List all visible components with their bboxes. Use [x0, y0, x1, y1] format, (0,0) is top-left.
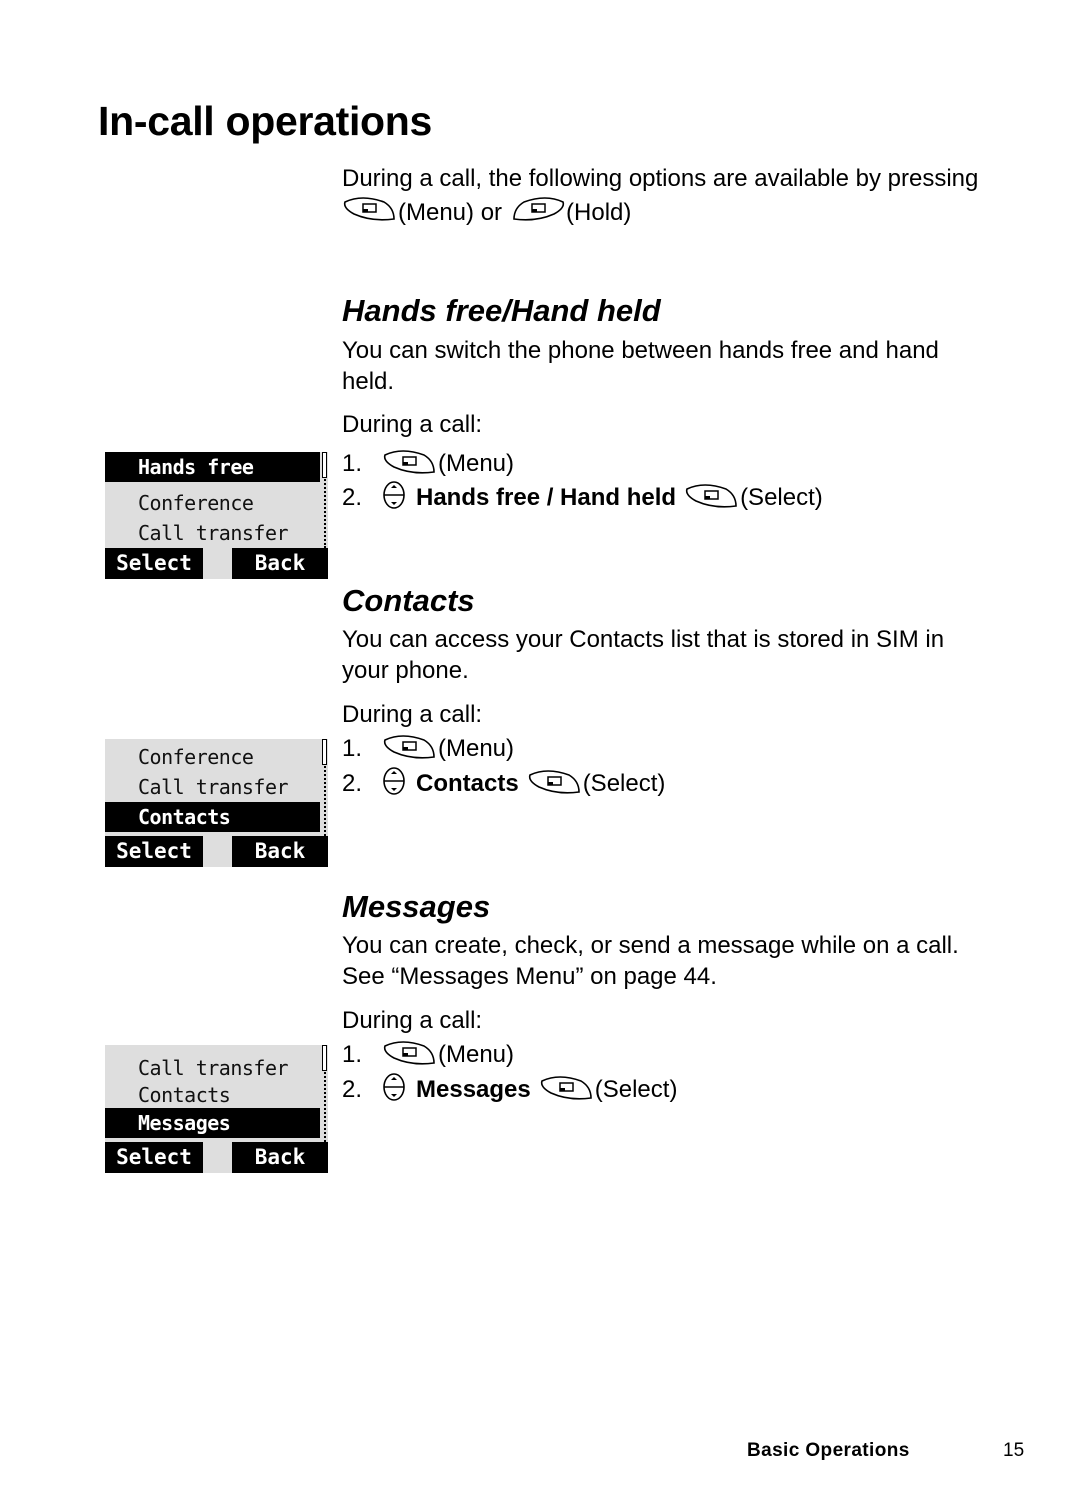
menu-soft-key-icon — [342, 194, 398, 230]
description-line: your phone. — [342, 657, 469, 684]
step-label: (Menu) — [438, 735, 515, 762]
section-heading-contacts: Contacts — [342, 583, 475, 618]
softkey-select: Select — [105, 548, 203, 579]
phone-screen-messages: Call transfer Contacts Messages Select B… — [105, 1045, 328, 1173]
page-title: In-call operations — [98, 98, 433, 144]
description-line: You can switch the phone between hands f… — [342, 337, 939, 364]
select-soft-key-icon — [527, 767, 583, 802]
section-heading-hands-free: Hands free/Hand held — [342, 293, 661, 328]
hold-label: (Hold) — [566, 198, 632, 226]
screen-row: Contacts — [138, 1083, 231, 1107]
step-number: 1. — [342, 1041, 363, 1068]
during-a-call-label: During a call: — [342, 701, 483, 728]
intro-paragraph: During a call, the following options are… — [342, 163, 978, 230]
section-description: You can create, check, or send a message… — [342, 930, 959, 992]
step-label: (Select) — [582, 770, 666, 797]
step-label: (Menu) — [438, 1041, 515, 1068]
during-a-call-label: During a call: — [342, 1007, 483, 1034]
scrollbar-thumb — [322, 1045, 327, 1071]
navigation-key-icon — [382, 1072, 406, 1109]
step-1: 1. (Menu) — [342, 733, 514, 765]
menu-soft-key-icon — [382, 1038, 438, 1073]
hold-soft-key-icon — [510, 194, 566, 230]
during-a-call-label: During a call: — [342, 411, 483, 438]
screen-row-selected: Messages — [105, 1108, 320, 1138]
step-number: 1. — [342, 450, 363, 477]
step-number: 2. — [342, 484, 363, 511]
screen-row-selected: Hands free — [105, 452, 320, 482]
step-number: 1. — [342, 735, 363, 762]
navigation-key-icon — [382, 766, 406, 803]
step-option-name: Messages — [416, 1076, 531, 1103]
scrollbar-thumb — [322, 452, 327, 478]
screen-row: Conference — [138, 745, 254, 769]
phone-screen-hands-free: Hands free Conference Call transfer Sele… — [105, 452, 328, 579]
menu-soft-key-icon — [382, 447, 438, 482]
step-option-name: Hands free / Hand held — [416, 484, 677, 511]
step-label: (Select) — [740, 484, 823, 511]
step-1: 1. (Menu) — [342, 448, 514, 480]
navigation-key-icon — [382, 480, 406, 517]
screen-row: Call transfer — [138, 1056, 289, 1080]
description-line: You can access your Contacts list that i… — [342, 626, 945, 653]
step-1: 1. (Menu) — [342, 1039, 514, 1071]
description-line: You can create, check, or send a message… — [342, 932, 959, 959]
softkey-back: Back — [232, 1142, 328, 1173]
description-line: held. — [342, 368, 395, 395]
softkey-select: Select — [105, 1142, 203, 1173]
screen-row: Call transfer — [138, 521, 289, 545]
step-2: 2. Hands free / Hand held (Select) — [342, 480, 823, 517]
intro-text: During a call, the following options are… — [342, 165, 979, 192]
step-label: (Menu) — [438, 450, 515, 477]
menu-label: (Menu) or — [398, 198, 503, 226]
screen-row: Call transfer — [138, 775, 289, 799]
section-description: You can switch the phone between hands f… — [342, 335, 939, 397]
step-label: (Select) — [594, 1076, 678, 1103]
select-soft-key-icon — [684, 481, 740, 516]
screen-row-selected: Contacts — [105, 802, 320, 832]
step-2: 2. Messages (Select) — [342, 1072, 678, 1109]
step-option-name: Contacts — [416, 770, 519, 797]
page-number: 15 — [1003, 1440, 1025, 1461]
menu-soft-key-icon — [382, 732, 438, 767]
description-line: See “Messages Menu” on page 44. — [342, 963, 717, 990]
section-description: You can access your Contacts list that i… — [342, 624, 944, 686]
screen-row: Conference — [138, 491, 254, 515]
select-soft-key-icon — [539, 1073, 595, 1108]
scrollbar-thumb — [322, 739, 327, 765]
softkey-back: Back — [232, 548, 328, 579]
phone-screen-contacts: Conference Call transfer Contacts Select… — [105, 739, 328, 867]
section-heading-messages: Messages — [342, 889, 491, 924]
softkey-select: Select — [105, 836, 203, 867]
softkey-back: Back — [232, 836, 328, 867]
step-2: 2. Contacts (Select) — [342, 766, 666, 803]
footer-section-label: Basic Operations — [747, 1440, 910, 1461]
step-number: 2. — [342, 770, 363, 797]
step-number: 2. — [342, 1076, 363, 1103]
